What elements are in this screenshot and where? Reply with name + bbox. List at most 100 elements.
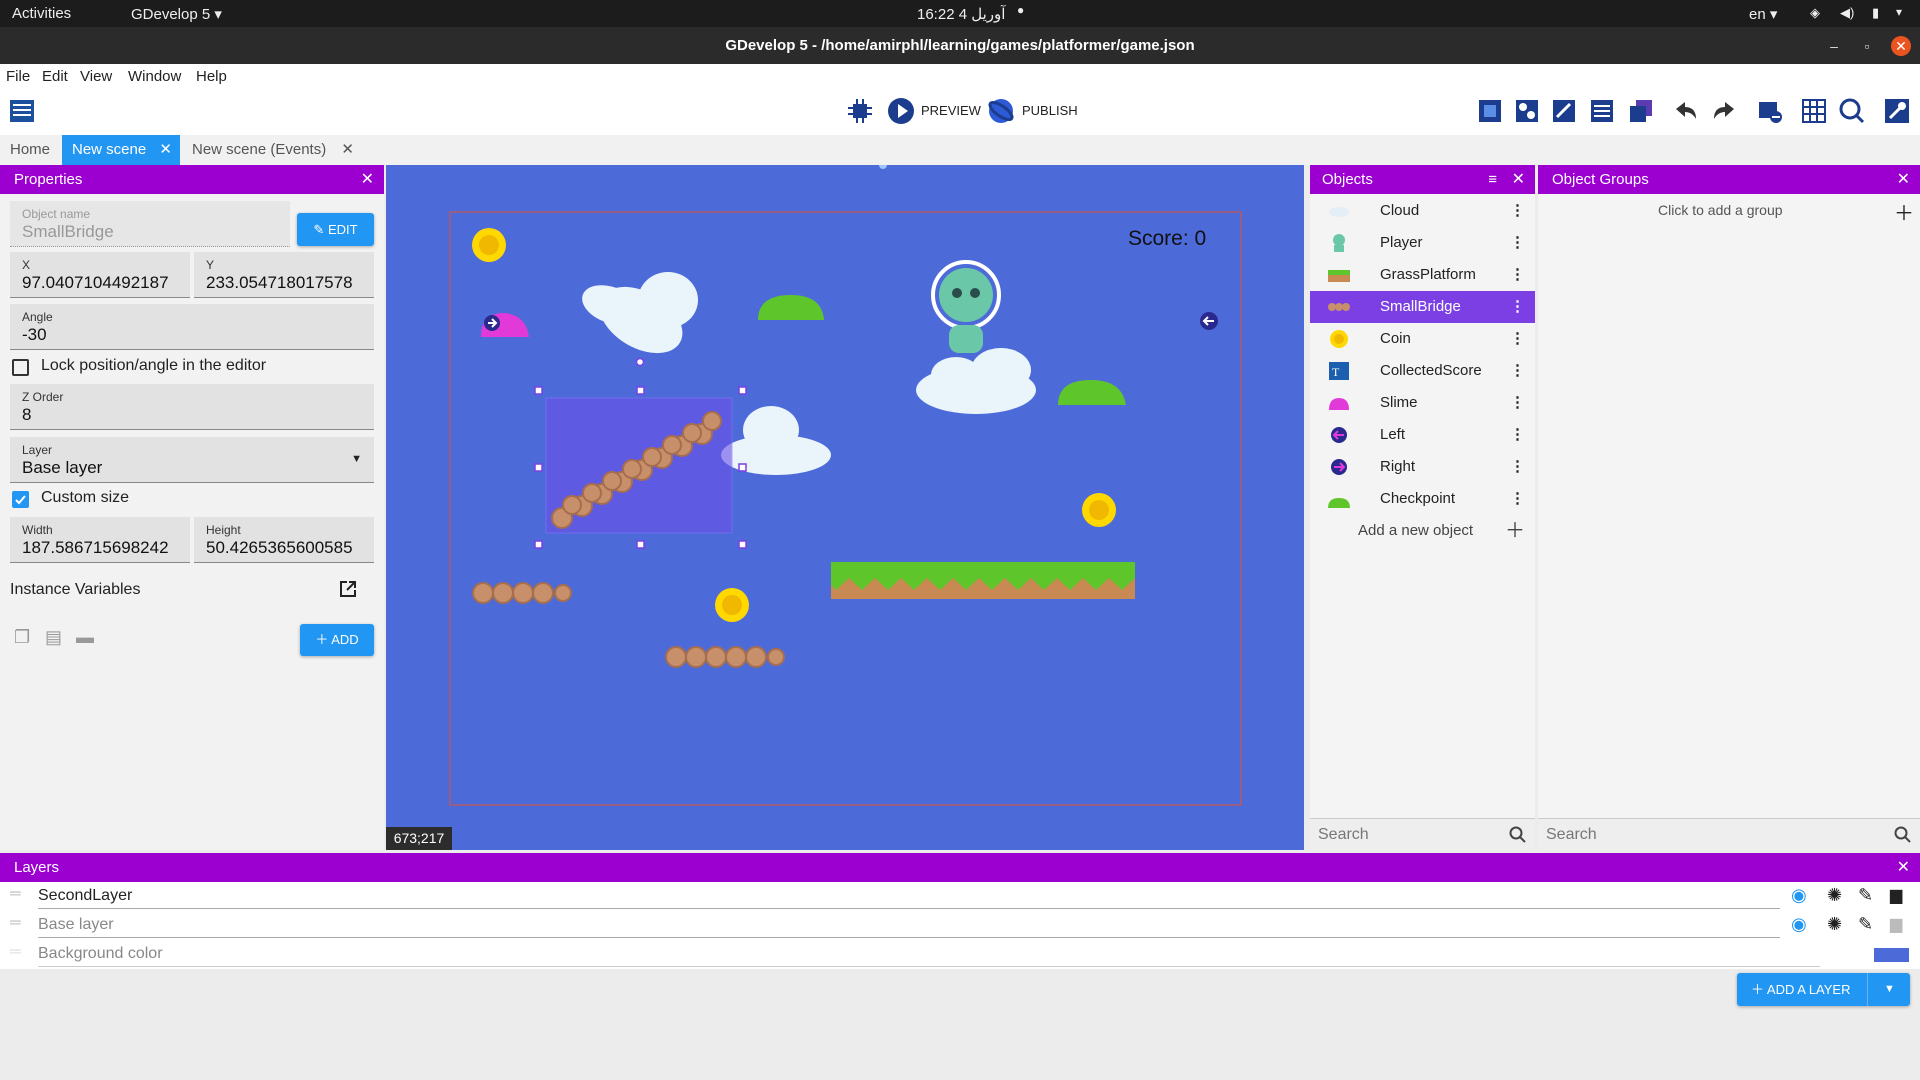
groups-search-input[interactable]: Search [1538, 818, 1920, 850]
visibility-eye-icon[interactable]: ◉ [1791, 914, 1807, 935]
add-layer-button[interactable]: ＋ ADD A LAYER ▼ [1737, 973, 1910, 1006]
language-indicator[interactable]: en ▾ [1749, 5, 1777, 23]
more-options-icon[interactable]: ⋮ [1510, 227, 1525, 259]
close-panel-icon[interactable]: ✕ [361, 165, 374, 194]
delete-icon[interactable]: ▬ [76, 627, 94, 648]
menu-help[interactable]: Help [196, 68, 227, 85]
more-options-icon[interactable]: ⋮ [1510, 291, 1525, 323]
system-menu-icon[interactable]: ▾ [1896, 5, 1902, 19]
delete-selection-icon[interactable] [1756, 97, 1784, 125]
lock-position-checkbox[interactable] [12, 359, 29, 376]
object-item-smallbridge[interactable]: SmallBridge ⋮ [1310, 291, 1535, 323]
background-color-swatch[interactable] [1874, 948, 1909, 962]
menu-file[interactable]: File [6, 68, 30, 85]
tab-home[interactable]: Home [0, 135, 60, 165]
delete-trash-icon[interactable]: ▆ [1890, 885, 1902, 905]
width-field[interactable]: Width 187.586715698242 [10, 517, 190, 563]
y-position-field[interactable]: Y 233.054718017578 [194, 252, 374, 298]
app-menu[interactable]: GDevelop 5 ▾ [131, 5, 222, 23]
filter-icon[interactable]: ≡ [1488, 165, 1497, 194]
object-item-player[interactable]: Player ⋮ [1310, 227, 1535, 259]
close-tab-icon[interactable]: ✕ [159, 135, 172, 165]
more-options-icon[interactable]: ⋮ [1510, 195, 1525, 227]
plus-icon[interactable]: ＋ [1894, 197, 1914, 226]
x-position-field[interactable]: X 97.0407104492187 [10, 252, 190, 298]
menu-view[interactable]: View [80, 68, 112, 85]
layer-name[interactable]: SecondLayer [38, 887, 132, 905]
menu-window[interactable]: Window [128, 68, 181, 85]
redo-icon[interactable] [1710, 97, 1738, 125]
copy-icon[interactable]: ❐ [14, 627, 30, 648]
object-item-coin[interactable]: Coin ⋮ [1310, 323, 1535, 355]
more-options-icon[interactable]: ⋮ [1510, 259, 1525, 291]
publish-icon[interactable] [987, 97, 1015, 125]
height-field[interactable]: Height 50.4265365600585 [194, 517, 374, 563]
z-order-field[interactable]: Z Order 8 [10, 384, 374, 430]
close-panel-icon[interactable]: ✕ [1512, 165, 1525, 194]
drag-handle-icon[interactable]: ═ [10, 914, 21, 931]
layer-row-secondlayer[interactable]: ═ SecondLayer ◉ ✺ ✎ ▆ [0, 882, 1920, 911]
layer-row-base-layer[interactable]: ═ Base layer ◉ ✺ ✎ ▆ [0, 911, 1920, 940]
grid-icon[interactable] [1800, 97, 1828, 125]
add-object-row[interactable]: Add a new object ＋ [1310, 515, 1535, 547]
object-item-left[interactable]: Left ⋮ [1310, 419, 1535, 451]
volume-icon[interactable]: ◀) [1840, 5, 1854, 21]
clock[interactable]: 16:22 آوریل 4 [917, 5, 1005, 23]
visibility-eye-icon[interactable]: ◉ [1791, 885, 1807, 906]
open-external-icon[interactable] [338, 579, 358, 599]
layer-select[interactable]: Layer Base layer ▼ [10, 437, 374, 483]
objects-search-input[interactable]: Search [1310, 818, 1535, 850]
scene-canvas[interactable]: Score: 0 [386, 165, 1304, 850]
more-options-icon[interactable]: ⋮ [1510, 355, 1525, 387]
close-tab-icon[interactable]: ✕ [341, 135, 354, 165]
network-icon[interactable]: ◈ [1810, 5, 1820, 21]
preview-button[interactable]: PREVIEW [921, 103, 981, 118]
object-item-grassplatform[interactable]: GrassPlatform ⋮ [1310, 259, 1535, 291]
minimize-icon[interactable]: – [1824, 36, 1844, 56]
tab-new-scene-events[interactable]: New scene (Events) ✕ [182, 135, 358, 165]
settings-wrench-icon[interactable] [1883, 97, 1911, 125]
zoom-icon[interactable] [1838, 97, 1866, 125]
edit-pencil-icon[interactable]: ✎ [1858, 885, 1873, 906]
battery-icon[interactable]: ▮ [1872, 5, 1879, 21]
object-item-right[interactable]: Right ⋮ [1310, 451, 1535, 483]
angle-field[interactable]: Angle -30 [10, 304, 374, 350]
custom-size-checkbox[interactable] [12, 491, 29, 508]
effects-icon[interactable]: ✺ [1827, 885, 1842, 906]
properties-panel-icon[interactable] [1550, 97, 1578, 125]
scene-drawing[interactable]: Score: 0 [386, 165, 1304, 850]
maximize-icon[interactable]: ▫ [1857, 36, 1877, 56]
object-item-collectedscore[interactable]: T CollectedScore ⋮ [1310, 355, 1535, 387]
project-manager-icon[interactable] [8, 97, 36, 125]
close-window-icon[interactable]: ✕ [1891, 36, 1911, 56]
plus-icon[interactable]: ＋ [1505, 515, 1525, 547]
edit-pencil-icon[interactable]: ✎ [1858, 914, 1873, 935]
object-groups-icon[interactable] [1513, 97, 1541, 125]
drag-handle-icon[interactable]: ═ [10, 885, 21, 902]
edit-object-button[interactable]: ✎ EDIT [297, 213, 374, 246]
more-options-icon[interactable]: ⋮ [1510, 387, 1525, 419]
object-item-checkpoint[interactable]: Checkpoint ⋮ [1310, 483, 1535, 515]
publish-button[interactable]: PUBLISH [1022, 103, 1078, 118]
undo-icon[interactable] [1672, 97, 1700, 125]
chevron-down-icon[interactable]: ▼ [1884, 973, 1895, 1006]
instances-list-icon[interactable] [1588, 97, 1616, 125]
add-variable-button[interactable]: ＋ ADD [300, 624, 374, 656]
open-objects-panel-icon[interactable] [1476, 97, 1504, 125]
paste-icon[interactable]: ▤ [45, 627, 62, 648]
add-group-label[interactable]: Click to add a group [1658, 202, 1783, 218]
layer-row-background-color[interactable]: ═ Background color [0, 940, 1920, 969]
object-item-slime[interactable]: Slime ⋮ [1310, 387, 1535, 419]
activities-button[interactable]: Activities [12, 5, 71, 22]
debugger-icon[interactable] [846, 97, 874, 125]
tab-new-scene[interactable]: New scene ✕ [62, 135, 180, 165]
close-panel-icon[interactable]: ✕ [1897, 165, 1910, 194]
preview-play-icon[interactable] [887, 97, 915, 125]
layers-panel-icon[interactable] [1627, 97, 1655, 125]
object-item-cloud[interactable]: Cloud ⋮ [1310, 195, 1535, 227]
effects-icon[interactable]: ✺ [1827, 914, 1842, 935]
more-options-icon[interactable]: ⋮ [1510, 483, 1525, 515]
more-options-icon[interactable]: ⋮ [1510, 451, 1525, 483]
more-options-icon[interactable]: ⋮ [1510, 419, 1525, 451]
close-panel-icon[interactable]: ✕ [1897, 853, 1910, 882]
